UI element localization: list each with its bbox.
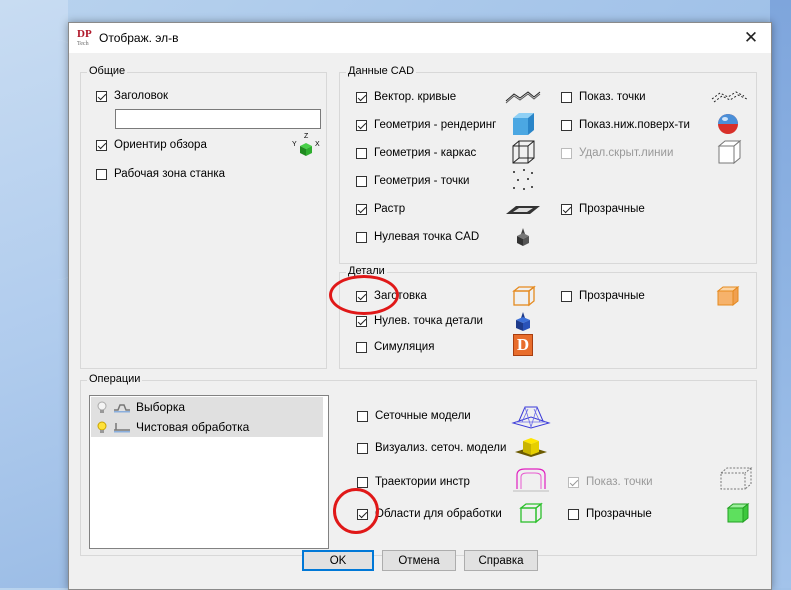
header-label: Заголовок <box>114 90 169 102</box>
geom-render-label: Геометрия - рендеринг <box>374 119 497 131</box>
simulation-checkbox[interactable] <box>356 342 367 353</box>
cad-zero-label: Нулевая точка CAD <box>374 231 480 243</box>
cad-data-group: Данные CAD Вектор. кривые Геометрия - ре… <box>339 65 757 264</box>
toolpath-show-points-label: Показ. точки <box>586 476 653 488</box>
operations-group-title: Операции <box>87 373 143 385</box>
part-zero-label: Нулев. точка детали <box>374 315 483 327</box>
cad-group-title: Данные CAD <box>346 65 417 77</box>
hidden-lines-icon <box>717 139 742 165</box>
toolpath-show-points-checkbox[interactable] <box>568 477 579 488</box>
list-item[interactable]: Чистовая обработка <box>91 417 323 437</box>
hidden-lines-label: Удал.скрыт.линии <box>579 147 674 159</box>
general-group-title: Общие <box>87 65 128 77</box>
list-item-label: Чистовая обработка <box>136 420 250 434</box>
part-zero-icon <box>516 312 530 331</box>
parts-transparent-label: Прозрачные <box>579 290 645 302</box>
annotation-circle-stock <box>329 275 399 315</box>
mesh-models-label: Сеточные модели <box>375 410 471 422</box>
stock-transparent-icon <box>716 285 740 307</box>
machining-area-icon <box>519 502 543 524</box>
show-points-checkbox[interactable] <box>561 92 572 103</box>
machining-area-transparent-icon <box>726 502 750 524</box>
vector-curves-icon <box>505 91 541 104</box>
tool-paths-checkbox[interactable] <box>357 477 368 488</box>
operations-transparent-label: Прозрачные <box>586 508 652 520</box>
header-checkbox[interactable] <box>96 91 107 102</box>
view-orient-checkbox[interactable] <box>96 140 107 151</box>
show-lower-surface-label: Показ.ниж.поверх-ти <box>579 119 690 131</box>
show-points-icon <box>711 91 748 103</box>
wire-cube-icon <box>512 140 535 164</box>
axis-x-label: X <box>315 141 320 148</box>
annotation-circle-machining-areas <box>333 488 379 534</box>
vector-curves-label: Вектор. кривые <box>374 91 457 103</box>
ok-button[interactable]: OK <box>302 550 374 571</box>
cancel-button[interactable]: Отмена <box>382 550 456 571</box>
cad-zero-icon <box>517 228 529 246</box>
parts-transparent-checkbox[interactable] <box>561 291 572 302</box>
raster-label: Растр <box>374 203 406 215</box>
cad-transparent-checkbox[interactable] <box>561 204 572 215</box>
vector-curves-checkbox[interactable] <box>356 92 367 103</box>
cad-transparent-label: Прозрачные <box>579 203 645 215</box>
cad-zero-checkbox[interactable] <box>356 232 367 243</box>
mesh-model-icon <box>511 406 551 429</box>
display-elements-dialog: DP Tech Отображ. эл-в ✕ Общие Заголовок О… <box>68 22 772 590</box>
raster-checkbox[interactable] <box>356 204 367 215</box>
mesh-visual-checkbox[interactable] <box>357 443 368 454</box>
toolpath-points-icon <box>720 467 753 490</box>
parts-group: Детали Заготовка Нулев. точка детали Сим… <box>339 265 757 369</box>
simulation-icon: D <box>513 334 533 356</box>
app-logo-icon: DP Tech <box>77 28 92 48</box>
finishing-operation-icon <box>114 423 130 433</box>
window-title: Отображ. эл-в <box>99 31 179 45</box>
hidden-lines-checkbox[interactable] <box>561 148 572 159</box>
desktop-background-right <box>770 0 791 588</box>
help-button[interactable]: Справка <box>464 550 538 571</box>
general-group: Общие Заголовок Ориентир обзора Z Y X Ра… <box>80 65 327 369</box>
close-icon: ✕ <box>743 28 759 47</box>
list-item-label: Выборка <box>136 400 186 414</box>
toolpath-icon <box>513 468 549 492</box>
header-text-input[interactable] <box>115 109 321 129</box>
operations-list[interactable]: Выборка Чистовая обработка <box>89 395 329 549</box>
stock-icon <box>512 285 536 307</box>
render-cube-icon <box>513 113 534 135</box>
list-item[interactable]: Выборка <box>91 397 323 417</box>
geom-points-checkbox[interactable] <box>356 176 367 187</box>
mesh-models-checkbox[interactable] <box>357 411 368 422</box>
axis-z-label: Z <box>304 133 309 140</box>
mesh-visual-label: Визуализ. сеточ. модели <box>375 442 507 454</box>
machining-areas-label: Области для обработки <box>375 508 502 520</box>
geom-wire-checkbox[interactable] <box>356 148 367 159</box>
part-zero-checkbox[interactable] <box>356 316 367 327</box>
axis-orient-icon: Z Y X <box>292 133 320 156</box>
geom-render-checkbox[interactable] <box>356 120 367 131</box>
pocket-operation-icon <box>114 404 130 413</box>
raster-icon <box>506 206 540 214</box>
geom-wire-label: Геометрия - каркас <box>374 147 477 159</box>
operations-group: Операции Выборка Чистовая обработка Сето… <box>80 373 757 556</box>
close-button[interactable]: ✕ <box>731 23 771 53</box>
axis-y-label: Y <box>292 141 297 148</box>
title-bar[interactable]: DP Tech Отображ. эл-в ✕ <box>69 23 771 53</box>
bulb-on-icon <box>97 421 107 433</box>
view-orient-label: Ориентир обзора <box>114 139 207 151</box>
machine-zone-checkbox[interactable] <box>96 169 107 180</box>
show-lower-surface-checkbox[interactable] <box>561 120 572 131</box>
bulb-off-icon <box>97 401 107 413</box>
show-points-label: Показ. точки <box>579 91 646 103</box>
points-icon <box>513 169 533 190</box>
simulation-label: Симуляция <box>374 341 435 353</box>
operations-transparent-checkbox[interactable] <box>568 509 579 520</box>
tool-paths-label: Траектории инстр <box>375 476 470 488</box>
geom-points-label: Геометрия - точки <box>374 175 470 187</box>
lower-surface-icon <box>718 114 738 134</box>
mesh-visual-icon <box>515 438 547 457</box>
machine-zone-label: Рабочая зона станка <box>114 168 226 180</box>
